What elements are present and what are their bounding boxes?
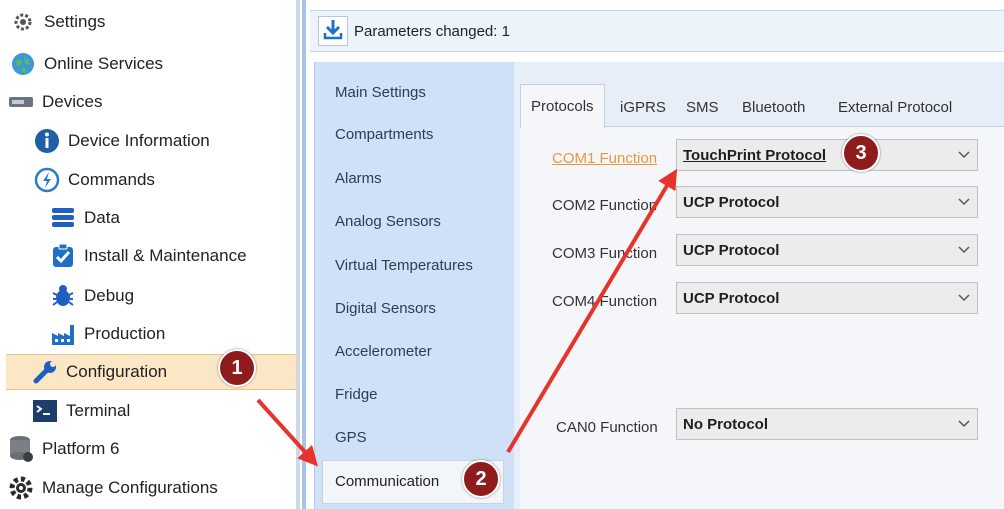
tree-item-commands[interactable]: Commands — [34, 162, 155, 198]
settings-item-compartments[interactable]: Compartments — [335, 126, 433, 143]
tree-item-label: Devices — [42, 92, 103, 111]
settings-item-main-settings[interactable]: Main Settings — [335, 84, 426, 101]
tab-bluetooth[interactable]: Bluetooth — [742, 90, 805, 124]
tree-item-data[interactable]: Data — [50, 200, 120, 236]
tree-item-label: Online Services — [44, 54, 164, 73]
can0-function-value: No Protocol — [683, 415, 768, 433]
info-icon — [34, 128, 60, 154]
bug-icon — [50, 283, 76, 309]
tree-item-platform-6[interactable]: Platform 6 — [8, 431, 119, 467]
com4-function-select[interactable]: UCP Protocol — [676, 282, 978, 314]
tree-item-debug[interactable]: Debug — [50, 278, 134, 314]
tab-protocols[interactable]: Protocols — [520, 84, 605, 128]
com2-function-label: COM2 Function — [552, 197, 658, 214]
tree-item-production[interactable]: Production — [50, 316, 165, 352]
chevron-down-icon — [951, 151, 977, 159]
callout-badge-1: 1 — [218, 349, 256, 387]
settings-item-alarms[interactable]: Alarms — [335, 170, 382, 187]
tree-item-terminal[interactable]: Terminal — [32, 393, 130, 429]
callout-badge-3: 3 — [842, 134, 880, 172]
device-icon — [8, 89, 34, 115]
tree-item-label: Platform 6 — [42, 439, 120, 458]
com2-function-value: UCP Protocol — [683, 193, 780, 211]
download-button[interactable] — [318, 16, 348, 46]
chevron-down-icon — [951, 294, 977, 302]
settings-item-accelerometer[interactable]: Accelerometer — [335, 343, 432, 360]
tree-item-device-information[interactable]: Device Information — [34, 123, 210, 159]
com4-function-value: UCP Protocol — [683, 289, 780, 307]
tree-item-label: Install & Maintenance — [84, 246, 247, 265]
settings-item-virtual-temperatures[interactable]: Virtual Temperatures — [335, 257, 473, 274]
tab-sms[interactable]: SMS — [686, 90, 719, 124]
tree-item-label: Configuration — [66, 362, 168, 381]
tab-strip: Protocols iGPRS SMS Bluetooth External P… — [520, 84, 1004, 128]
clipboard-check-icon — [50, 243, 76, 269]
parameters-changed-label: Parameters changed: 1 — [354, 22, 510, 40]
settings-item-gps[interactable]: GPS — [335, 429, 367, 446]
tree-item-label: Commands — [68, 170, 155, 189]
tree-item-install-maintenance[interactable]: Install & Maintenance — [50, 238, 247, 274]
com3-function-value: UCP Protocol — [683, 241, 780, 259]
tree-item-label: Debug — [84, 286, 135, 305]
splitter[interactable] — [296, 0, 300, 509]
settings-item-fridge[interactable]: Fridge — [335, 386, 378, 403]
tree-item-devices[interactable]: Devices — [8, 84, 102, 120]
server-icon — [8, 436, 34, 462]
wrench-icon — [32, 359, 58, 385]
can0-function-select[interactable]: No Protocol — [676, 408, 978, 440]
globe-icon — [10, 51, 36, 77]
database-icon — [50, 205, 76, 231]
can0-function-label: CAN0 Function — [556, 419, 658, 436]
tree-item-manage-configurations[interactable]: Manage Configurations — [8, 470, 218, 506]
terminal-icon — [32, 398, 58, 424]
tree-item-online-services[interactable]: Online Services — [10, 46, 163, 82]
settings-item-analog-sensors[interactable]: Analog Sensors — [335, 213, 441, 230]
com2-function-select[interactable]: UCP Protocol — [676, 186, 978, 218]
callout-badge-2: 2 — [462, 460, 500, 498]
tab-igprs[interactable]: iGPRS — [620, 90, 666, 124]
chevron-down-icon — [951, 420, 977, 428]
factory-icon — [50, 321, 76, 347]
chevron-down-icon — [951, 246, 977, 254]
settings-item-label: Communication — [335, 473, 440, 490]
navigation-tree: Settings Online Services Devices Device … — [0, 0, 296, 509]
tree-item-label: Terminal — [66, 401, 131, 420]
toolbar: Parameters changed: 1 — [310, 10, 1004, 52]
com3-function-label: COM3 Function — [552, 245, 658, 262]
com1-function-value: TouchPrint Protocol — [683, 146, 827, 164]
download-icon — [322, 18, 344, 45]
splitter-border — [302, 0, 306, 509]
com1-function-label: COM1 Function — [552, 150, 658, 167]
tree-item-label: Settings — [44, 12, 106, 31]
com4-function-label: COM4 Function — [552, 293, 658, 310]
tab-panel-protocols — [520, 126, 1004, 509]
settings-list: Main Settings Compartments Alarms Analog… — [314, 62, 514, 509]
tree-item-label: Production — [84, 324, 166, 343]
tree-item-settings[interactable]: Settings — [10, 4, 105, 40]
gear-icon — [10, 9, 36, 35]
tree-item-label: Device Information — [68, 131, 210, 150]
tree-item-label: Data — [84, 208, 120, 227]
com1-function-select[interactable]: TouchPrint Protocol — [676, 139, 978, 171]
settings-item-digital-sensors[interactable]: Digital Sensors — [335, 300, 436, 317]
tree-item-label: Manage Configurations — [42, 478, 218, 497]
tab-external-protocol[interactable]: External Protocol — [838, 90, 952, 124]
gear-icon — [8, 475, 34, 501]
commands-icon — [34, 167, 60, 193]
com3-function-select[interactable]: UCP Protocol — [676, 234, 978, 266]
chevron-down-icon — [951, 198, 977, 206]
